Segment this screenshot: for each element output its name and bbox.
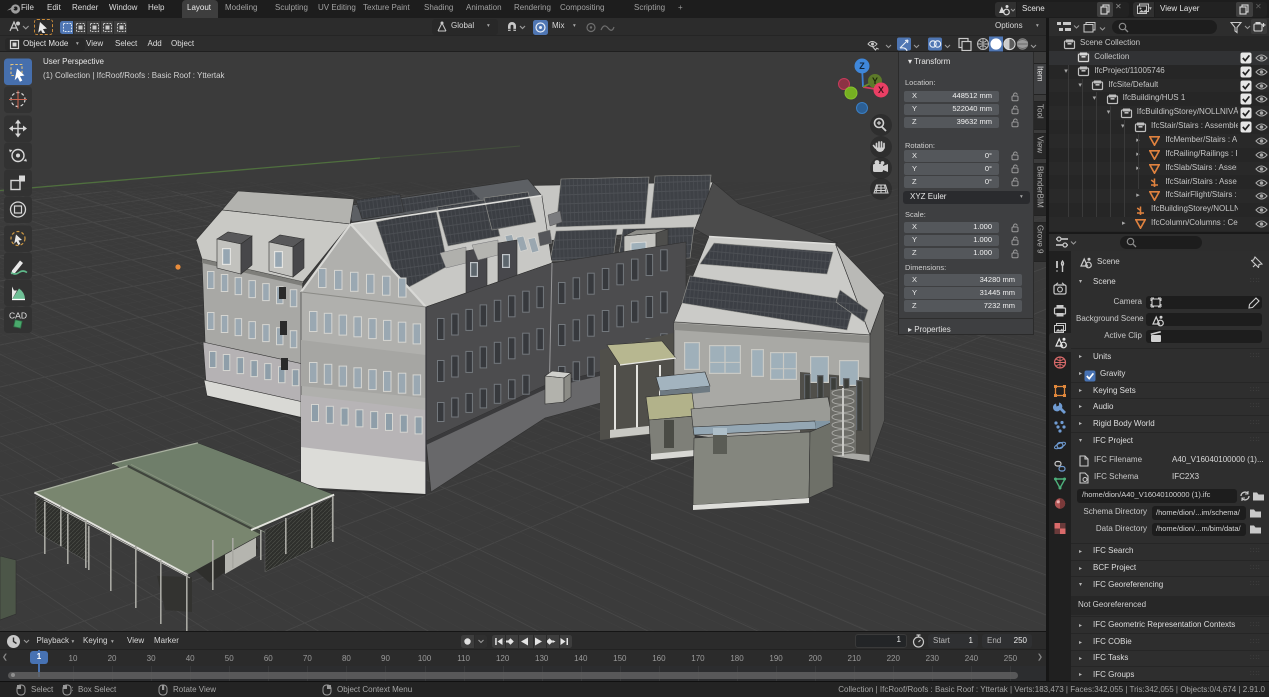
svg-text:X: X bbox=[878, 85, 884, 95]
svg-text:CAD: CAD bbox=[9, 311, 27, 321]
svg-text:Z: Z bbox=[859, 61, 865, 71]
